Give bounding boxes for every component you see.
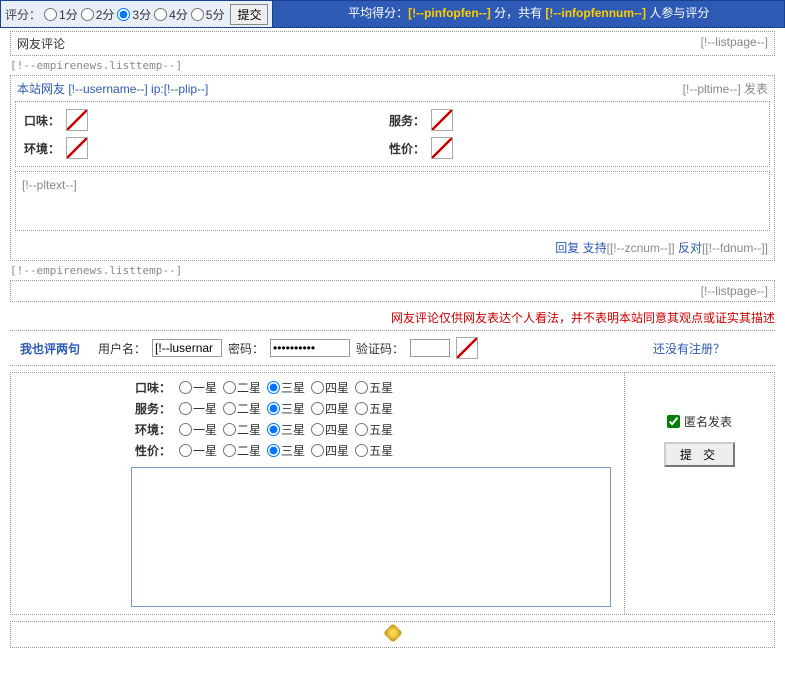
rating-summary: 平均得分：[!--pinfopfen--] 分，共有 [!--infopfenn… — [273, 1, 784, 27]
star-option[interactable]: 二星 — [223, 442, 261, 459]
submit-comment-button[interactable]: 提 交 — [664, 442, 735, 467]
broken-image-icon — [66, 109, 88, 131]
register-link[interactable]: 还没有注册？ — [653, 340, 725, 357]
rating-opt-4[interactable]: 4分 — [153, 6, 188, 23]
listpage-top: [!--listpage--] — [701, 35, 768, 52]
star-row: 服务：一星二星三星四星五星 — [131, 398, 624, 419]
comment-textarea[interactable] — [131, 467, 611, 607]
template-marker-start: [!--empirenews.listtemp--] — [10, 59, 775, 72]
star-option[interactable]: 四星 — [311, 379, 349, 396]
star-option[interactable]: 一星 — [179, 400, 217, 417]
username-input[interactable] — [152, 339, 222, 357]
star-option[interactable]: 五星 — [355, 379, 393, 396]
comments-title: 网友评论 — [17, 35, 65, 52]
comments-header: 网友评论 [!--listpage--] — [10, 31, 775, 56]
gold-cube-icon — [383, 623, 403, 643]
rating-opt-1[interactable]: 1分 — [43, 6, 78, 23]
comment-form-title: 我也评两句 — [20, 340, 80, 357]
rating-opt-2[interactable]: 2分 — [80, 6, 115, 23]
rating-taste: 口味： — [20, 106, 385, 134]
rating-value: 性价： — [385, 134, 750, 162]
captcha-image-icon — [456, 337, 478, 359]
rating-env: 环境： — [20, 134, 385, 162]
disclaimer-text: 网友评论仅供网友表达个人看法，并不表明本站同意其观点或证实其描述 — [0, 305, 785, 330]
rating-label: 评分： — [5, 6, 41, 23]
comment-user: 本站网友 [!--username--] ip:[!--plip--] — [17, 80, 208, 97]
star-option[interactable]: 四星 — [311, 442, 349, 459]
top-rating-bar: 评分： 1分 2分 3分 4分 5分 提交 平均得分：[!--pinfopfen… — [0, 0, 785, 28]
star-option[interactable]: 五星 — [355, 400, 393, 417]
comment-item: 本站网友 [!--username--] ip:[!--plip--] [!--… — [10, 75, 775, 261]
rating-form: 口味：一星二星三星四星五星服务：一星二星三星四星五星环境：一星二星三星四星五星性… — [10, 372, 775, 615]
broken-image-icon — [431, 109, 453, 131]
star-option[interactable]: 三星 — [267, 421, 305, 438]
rating-opt-3[interactable]: 3分 — [116, 6, 151, 23]
listpage-bottom-box: [!--listpage--] — [10, 280, 775, 302]
template-marker-end: [!--empirenews.listtemp--] — [10, 264, 775, 277]
reply-link[interactable]: 回复 — [555, 241, 579, 255]
star-option[interactable]: 一星 — [179, 442, 217, 459]
footer-bar — [10, 621, 775, 648]
star-option[interactable]: 一星 — [179, 379, 217, 396]
comment-actions: 回复 支持[[!--zcnum--]] 反对[[!--fdnum--]] — [11, 235, 774, 260]
oppose-link[interactable]: 反对 — [678, 241, 702, 255]
listpage-bottom: [!--listpage--] — [17, 284, 768, 298]
rating-service: 服务： — [385, 106, 750, 134]
star-option[interactable]: 五星 — [355, 421, 393, 438]
star-option[interactable]: 五星 — [355, 442, 393, 459]
broken-image-icon — [66, 137, 88, 159]
rating-submit-button[interactable]: 提交 — [230, 4, 268, 25]
comment-time: [!--pltime--] 发表 — [683, 80, 768, 97]
star-row: 口味：一星二星三星四星五星 — [131, 377, 624, 398]
support-link[interactable]: 支持 — [583, 241, 607, 255]
captcha-input[interactable] — [410, 339, 450, 357]
login-row: 我也评两句 用户名： 密码： 验证码： 还没有注册？ — [10, 330, 775, 366]
star-option[interactable]: 三星 — [267, 442, 305, 459]
broken-image-icon — [431, 137, 453, 159]
star-option[interactable]: 二星 — [223, 379, 261, 396]
rating-opt-5[interactable]: 5分 — [190, 6, 225, 23]
star-option[interactable]: 二星 — [223, 421, 261, 438]
star-row: 环境：一星二星三星四星五星 — [131, 419, 624, 440]
comment-text: [!--pltext--] — [15, 171, 770, 231]
star-option[interactable]: 三星 — [267, 379, 305, 396]
star-option[interactable]: 一星 — [179, 421, 217, 438]
star-row: 性价：一星二星三星四星五星 — [131, 440, 624, 461]
star-option[interactable]: 四星 — [311, 400, 349, 417]
star-option[interactable]: 三星 — [267, 400, 305, 417]
password-input[interactable] — [270, 339, 350, 357]
star-option[interactable]: 二星 — [223, 400, 261, 417]
rating-selector: 评分： 1分 2分 3分 4分 5分 提交 — [1, 1, 273, 27]
star-option[interactable]: 四星 — [311, 421, 349, 438]
anonymous-checkbox[interactable]: 匿名发表 — [635, 413, 764, 430]
